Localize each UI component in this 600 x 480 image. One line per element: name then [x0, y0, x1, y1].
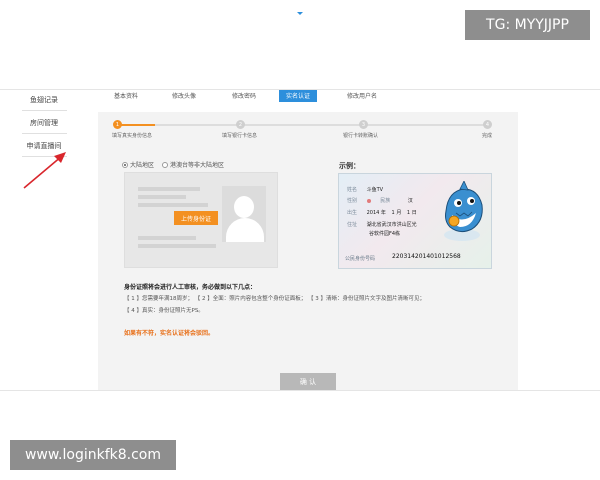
url-watermark: www.loginkfk8.com [10, 440, 176, 470]
tab-basic-info[interactable]: 基本资料 [114, 91, 138, 100]
id-placeholder-line [138, 187, 200, 191]
steps-progress-fill [118, 124, 155, 126]
person-silhouette-icon [234, 196, 254, 218]
steps-track [118, 124, 488, 126]
sample-address-key: 住址 [347, 222, 358, 228]
tab-change-avatar[interactable]: 修改头像 [172, 91, 196, 100]
sample-address-line2: 谷软件园F4栋 [369, 231, 401, 237]
example-label: 示例： [339, 162, 360, 170]
id-placeholder-line [138, 244, 216, 248]
sample-id-number: 220314201401012568 [392, 253, 461, 260]
gender-dot-icon [366, 198, 371, 203]
radio-selected-icon [122, 161, 128, 168]
sample-birth-row: 出生 2014 年 1 月 1 日 [347, 209, 417, 216]
sample-birth-key: 出生 [347, 210, 358, 216]
sample-birth-month-unit: 月 [396, 210, 402, 216]
region-selector: 大陆地区 港澳台等非大陆地区 [122, 160, 224, 169]
region-other-radio[interactable]: 港澳台等非大陆地区 [162, 160, 224, 169]
sample-name-row: 姓名 斗鱼TV [347, 186, 383, 193]
id-placeholder-line [138, 195, 186, 199]
notice-line-2: 【 4 】真实：身份证照片无PS。 [124, 308, 204, 314]
sample-gender-key: 性别 [347, 198, 358, 204]
confirm-button[interactable]: 确 认 [280, 373, 336, 390]
upload-id-button[interactable]: 上传身份证 [174, 211, 218, 225]
id-placeholder-line [138, 203, 208, 207]
sample-ethnicity-value: 汉 [407, 198, 413, 204]
id-placeholder-line [138, 236, 196, 240]
sidebar-item-room-management[interactable]: 房间管理 [0, 118, 88, 128]
step-4-dot: 4 [483, 120, 492, 129]
sample-birth-year-unit: 年 [380, 210, 386, 216]
step-3-label: 银行卡转账确认 [343, 133, 379, 139]
radio-unselected-icon [162, 161, 169, 168]
region-mainland-radio[interactable]: 大陆地区 [122, 160, 154, 169]
step-1-label: 填写真实身份信息 [112, 133, 153, 139]
sample-birth-month: 1 [391, 210, 395, 216]
step-2-dot: 2 [236, 120, 245, 129]
sidebar-item-fishfin-records[interactable]: 鱼翅记录 [0, 95, 88, 105]
region-other-label: 港澳台等非大陆地区 [170, 162, 225, 169]
region-mainland-label: 大陆地区 [130, 162, 155, 169]
red-arrow-annotation [23, 152, 66, 189]
sample-ethnicity-key: 民族 [380, 198, 391, 204]
requirements-notice: 身份证照将会进行人工审核，务必做到以下几点： [124, 282, 514, 291]
notice-title: 身份证照将会进行人工审核，务必做到以下几点： [124, 284, 257, 291]
tab-real-name-auth[interactable]: 实名认证 [279, 90, 318, 102]
tg-watermark: TG: MYYJJPP [465, 10, 590, 40]
active-tab-caret [297, 12, 303, 15]
sample-name-key: 姓名 [347, 187, 358, 193]
account-tabs: 基本资料 修改头像 修改密码 实名认证 修改用户名 [100, 90, 520, 105]
sample-address-line1: 湖北省武汉市洪山区光 [366, 222, 417, 228]
sample-gender-row: 性别 民族 汉 [347, 197, 413, 204]
step-1-dot: 1 [113, 120, 122, 129]
step-3-dot: 3 [359, 120, 368, 129]
footer-divider [0, 390, 600, 391]
step-2-label: 填写银行卡信息 [222, 133, 258, 139]
douyu-shark-mascot-image [444, 181, 483, 241]
sidebar-divider [22, 133, 67, 134]
notice-line-1: 【 1 】您需要年满18周岁； 【 2 】全面：照片内容包含整个身份证面板； 【… [124, 296, 425, 302]
sample-birth-day-unit: 日 [411, 210, 417, 216]
step-4-label: 完成 [482, 133, 493, 139]
tab-change-password[interactable]: 修改密码 [232, 91, 256, 100]
tab-change-username[interactable]: 修改用户名 [347, 91, 377, 100]
sample-birth-year: 2014 [366, 210, 380, 216]
sample-id-key: 公民身份号码 [345, 256, 376, 262]
sample-name-value: 斗鱼TV [366, 187, 384, 193]
rejection-warning: 如果有不符，实名认证将会驳回。 [124, 330, 215, 337]
sample-address-row: 住址 湖北省武汉市洪山区光 [347, 221, 417, 228]
sample-birth-day: 1 [406, 210, 411, 216]
sidebar-divider [22, 110, 67, 111]
